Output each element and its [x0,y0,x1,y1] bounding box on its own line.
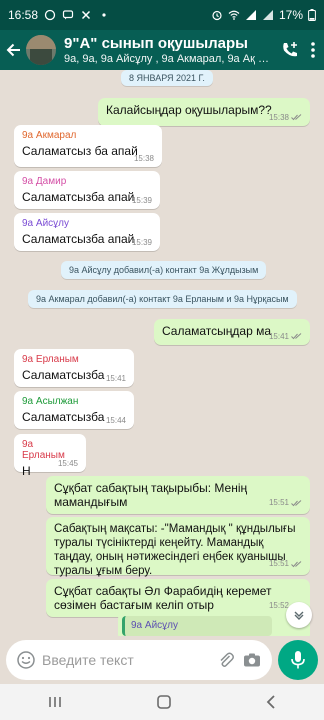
message-incoming[interactable]: 9а Асылжан Саламатсызба 15:44 [14,391,134,429]
message-list[interactable]: 8 ЯНВАРЯ 2021 Г. Калайсыңдар оқушыларым?… [0,70,324,636]
home-icon[interactable] [156,694,172,710]
message-time: 15:51 [268,559,289,568]
sender-name: 9а Асылжан [22,396,79,407]
double-check-icon [291,333,302,340]
message-incoming[interactable]: 9а Акмарал Саламатсыз ба апай 15:38 [14,125,162,167]
date-chip: 8 ЯНВАРЯ 2021 Г. [121,70,213,86]
message-outgoing[interactable]: Калайсыңдар оқушыларым?? 15:38 [98,98,310,126]
battery-percent: 17% [278,8,303,22]
recent-apps-icon[interactable] [47,695,63,709]
close-icon [82,10,91,20]
message-input-box[interactable]: Введите текст [6,640,272,680]
chat-header: 9"А" сынып оқушылары 9а, 9а, 9а Айсұлу ,… [0,30,324,70]
message-text: Н [22,464,31,478]
whatsapp-icon [44,9,56,21]
message-time: 15:51 [268,498,289,507]
sender-name: 9а Акмарал [22,130,77,141]
group-title: 9"А" сынып оқушылары [64,35,248,52]
message-incoming[interactable]: 9а Ерланым Н 15:45 [14,434,86,478]
double-check-icon [291,499,302,506]
message-text: Саламатсызба [22,368,105,382]
status-time: 16:58 [8,8,39,22]
signal-icon-2 [262,10,273,20]
message-text: Сабақтың мақсаты: -"Мамандық " құндылығы… [54,523,296,577]
double-check-icon [291,560,302,567]
battery-icon [308,9,316,21]
chat-bubble-icon [62,10,74,20]
message-outgoing[interactable]: Сабақтың мақсаты: -"Мамандық " құндылығы… [46,517,310,577]
system-message: 9а Акмарал добавил(-а) контакт 9а Ерланы… [28,290,297,308]
double-check-icon [291,114,302,121]
quoted-reply[interactable]: 9а Айсұлу [122,616,272,636]
message-time: 15:38 [133,154,154,163]
sender-name: 9а Айсұлу [22,218,69,229]
message-text: Калайсыңдар оқушыларым?? [106,103,272,117]
sender-name: 9а Дамир [22,176,67,187]
sender-name: 9а Ерланым [22,354,79,365]
mic-icon [291,651,305,669]
status-bar: 16:58 17% [0,0,324,30]
composer: Введите текст [0,636,324,684]
message-outgoing[interactable]: Сұқбат сабақтың тақырыбы: Менің мамандығ… [46,476,310,514]
chevron-down-icon [294,611,304,620]
message-input[interactable]: Введите текст [42,652,210,668]
system-nav-bar [0,684,324,720]
back-nav-icon[interactable] [265,694,277,710]
back-button[interactable] [2,30,26,70]
wifi-icon [228,10,240,20]
alarm-icon [212,10,222,21]
message-time: 15:39 [131,238,152,247]
message-incoming[interactable]: 9а Ерланым Саламатсызба 15:41 [14,349,134,387]
message-time: 15:38 [268,113,289,122]
more-vert-icon[interactable] [310,41,316,59]
message-incoming[interactable]: 9а Айсұлу Саламатсызба апай 15:39 [14,213,160,251]
message-text: Сұқбат сабақты Әл Фарабидің керемет сөзі… [54,584,272,612]
scroll-down-button[interactable] [286,602,312,628]
message-time: 15:39 [131,196,152,205]
message-time: 15:41 [268,332,289,341]
message-text: Саламатсызба [22,410,105,424]
signal-icon [245,10,256,20]
camera-icon[interactable] [242,650,262,670]
message-time: 15:45 [57,459,78,468]
message-text: Саламатсызба апай [22,232,135,246]
message-text: Саламатсыз ба апай [22,144,138,158]
chat-title-block[interactable]: 9"А" сынып оқушылары 9а, 9а, 9а Айсұлу ,… [64,35,272,65]
group-participants: 9а, 9а, 9а Айсұлу , 9а Акмарал, 9а Ақ Ер… [64,53,272,65]
back-arrow-icon [6,43,20,57]
add-call-icon[interactable] [280,40,300,60]
sender-name: 9а Ерланым [22,439,65,461]
quoted-sender: 9а Айсұлу [131,620,178,631]
message-text: Саламатсыңдар ма [162,324,272,338]
dot-icon [102,13,106,17]
group-avatar[interactable] [26,35,56,65]
message-incoming[interactable]: 9а Дамир Саламатсызба апай 15:39 [14,171,160,209]
message-outgoing[interactable]: Саламатсыңдар ма 15:41 [154,319,310,345]
emoji-icon[interactable] [16,650,36,670]
attach-icon[interactable] [216,650,236,670]
mic-button[interactable] [278,640,318,680]
message-text: Сұқбат сабақтың тақырыбы: Менің мамандығ… [54,481,248,509]
message-time: 15:41 [105,374,126,383]
system-message: 9а Айсұлу добавил(-а) контакт 9а Жұлдызы… [61,261,267,279]
message-text: Саламатсызба апай [22,190,135,204]
message-time: 15:44 [105,416,126,425]
message-outgoing-partial[interactable]: 9а Айсұлу [118,612,310,636]
